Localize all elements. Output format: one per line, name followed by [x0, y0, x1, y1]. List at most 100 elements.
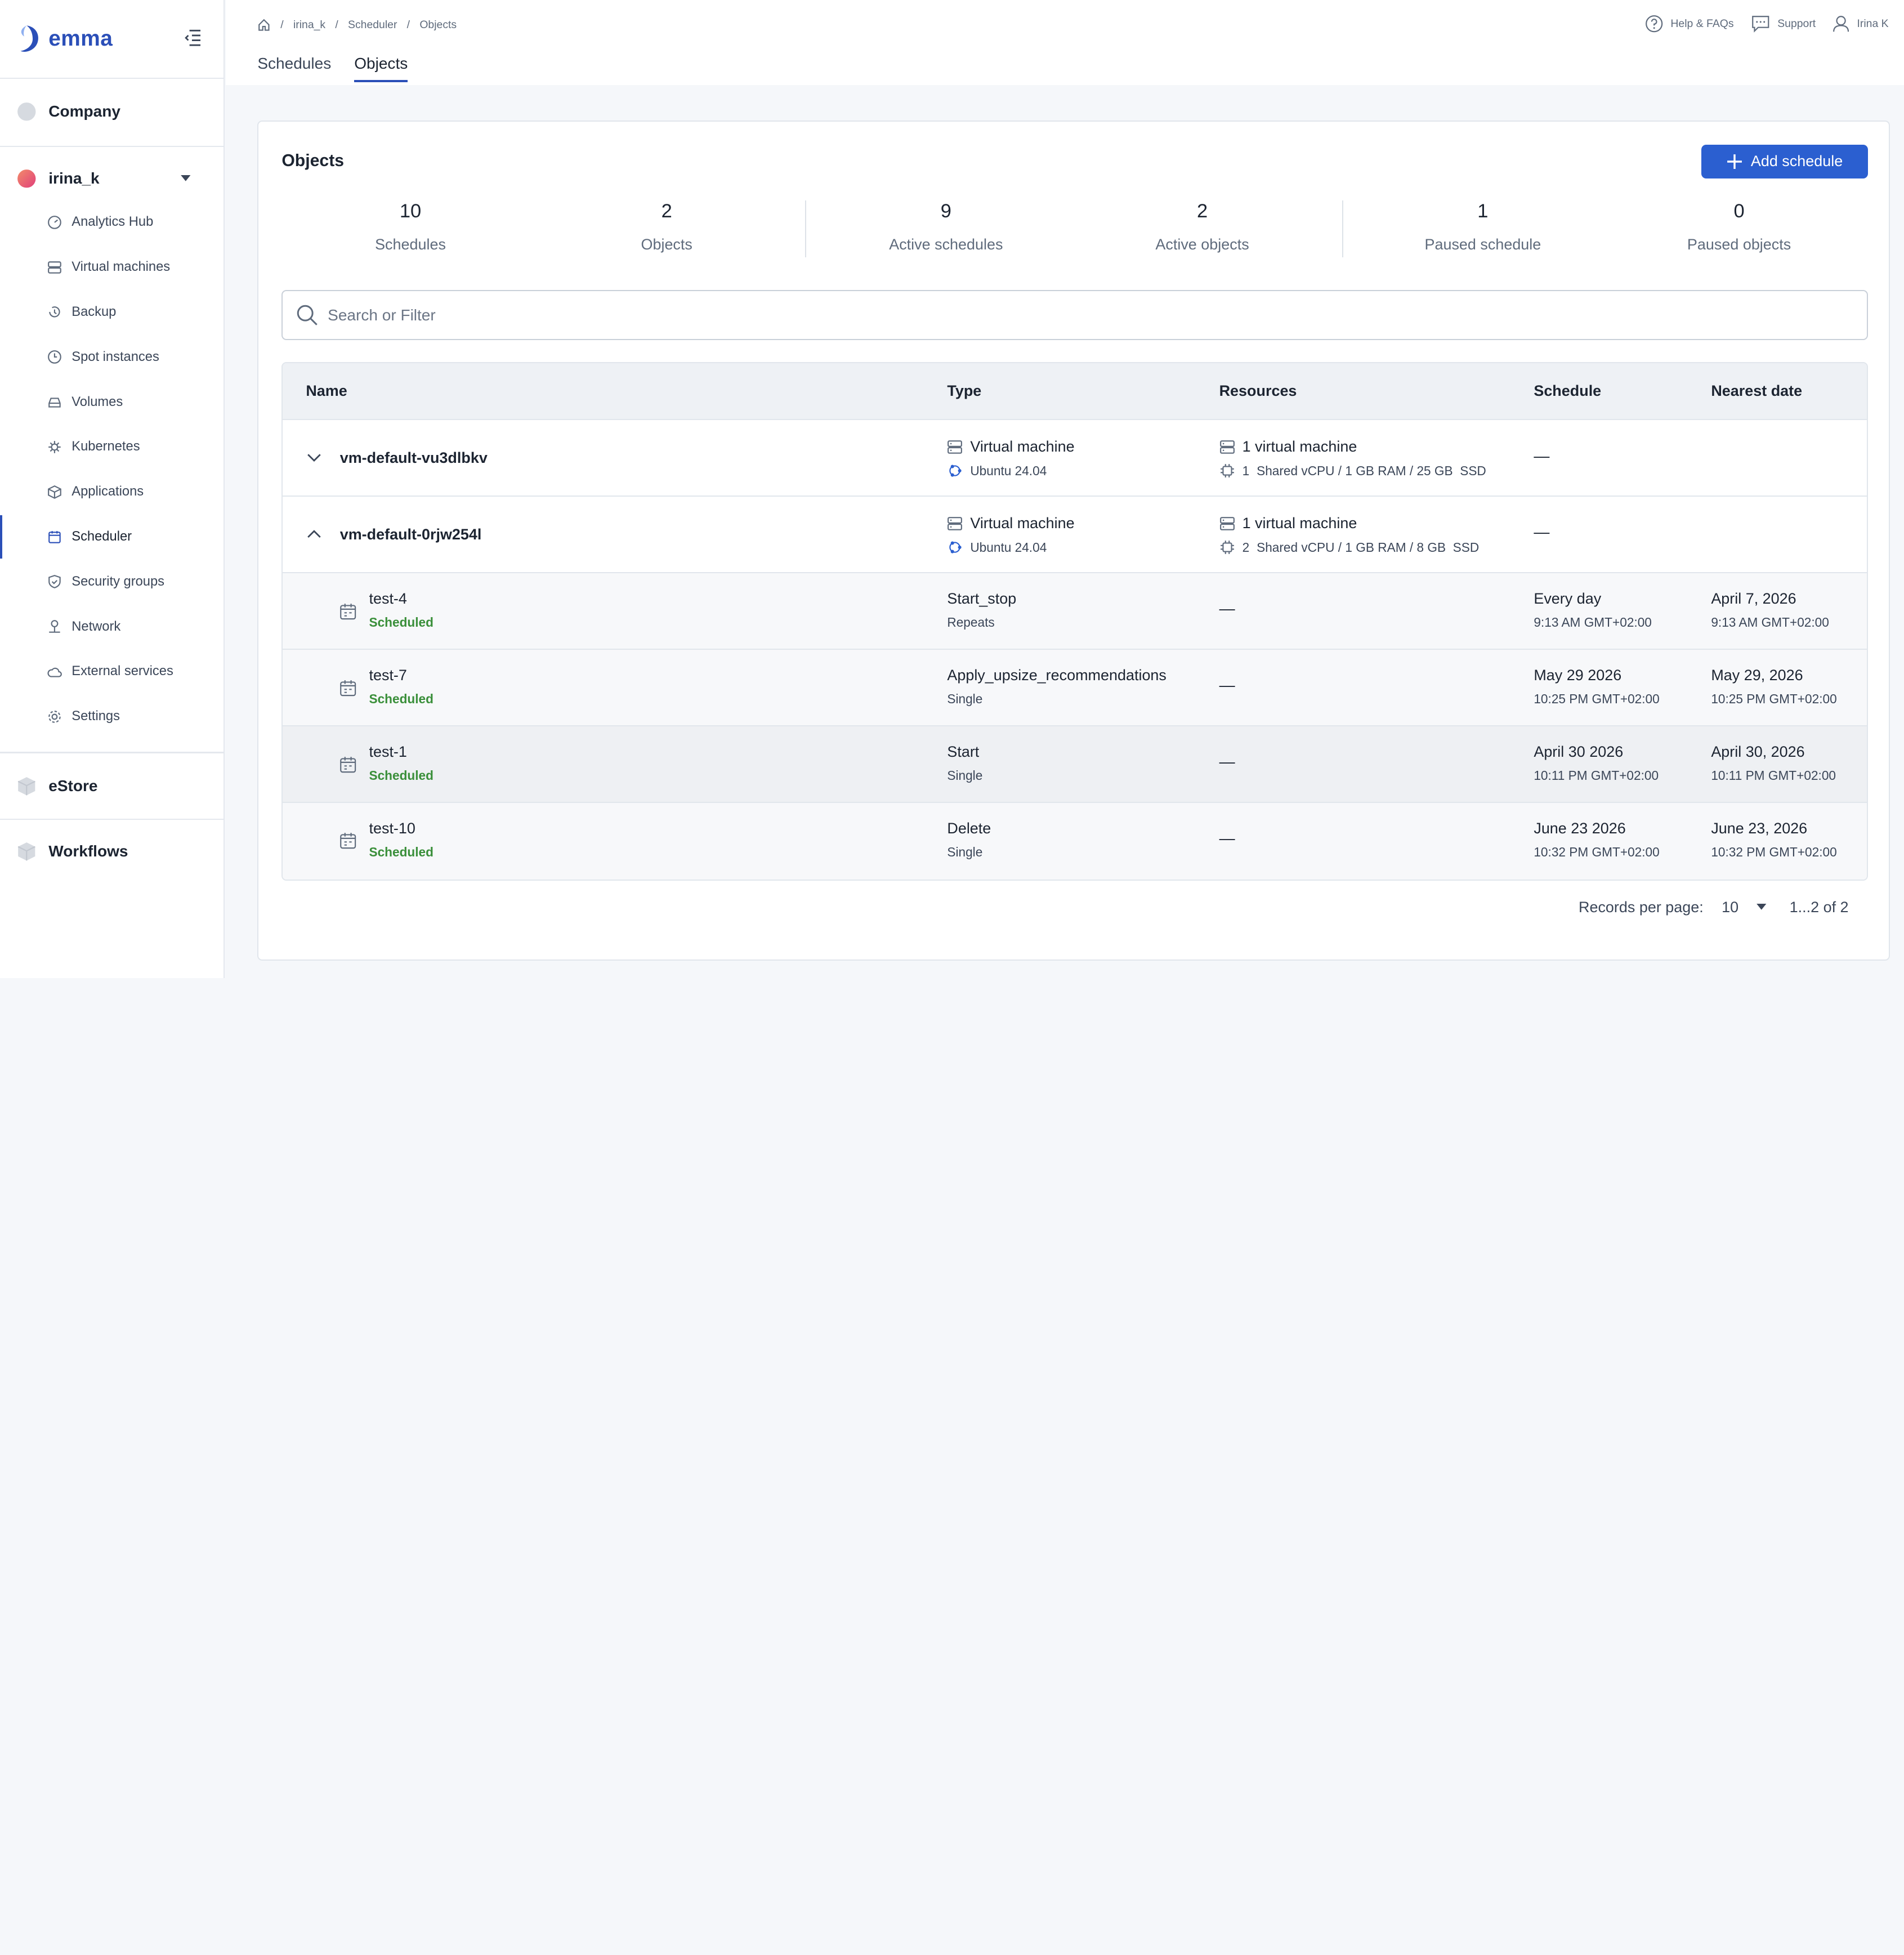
stat-label: Active objects [1155, 235, 1249, 253]
object-type: Virtual machine [970, 515, 1075, 532]
logo[interactable]: emma [17, 23, 113, 55]
home-icon[interactable] [257, 18, 271, 32]
table-row[interactable]: vm-default-0rjw254l Virtual machine Ubun… [283, 497, 1867, 573]
records-per-page-select[interactable]: 10 [1722, 899, 1768, 916]
caret-down-icon[interactable] [180, 175, 192, 182]
nearest-date-cell: June 23, 2026 10:32 PM GMT+02:00 [1711, 820, 1836, 860]
top-right-menu: Help & FAQs Support Irina K [1645, 15, 1889, 33]
nearest-date: April 7, 2026 [1711, 590, 1796, 608]
plus-icon [1727, 154, 1742, 169]
sidebar-item-security-groups[interactable]: Security groups [0, 567, 224, 596]
column-header-resources[interactable]: Resources [1219, 382, 1297, 400]
breadcrumb-scheduler[interactable]: Scheduler [348, 19, 397, 32]
resources-cell: — [1219, 676, 1235, 694]
breadcrumb-project[interactable]: irina_k [293, 19, 325, 32]
type-cell: Apply_upsize_recommendations Single [947, 667, 1166, 707]
sidebar-section-project[interactable]: irina_k [17, 169, 211, 189]
breadcrumb-separator: / [280, 18, 284, 31]
schedule-name[interactable]: test-7 [369, 667, 433, 684]
schedule-name[interactable]: test-1 [369, 743, 433, 761]
specs-count: 1 [1242, 463, 1250, 478]
server-icon [1219, 517, 1235, 530]
object-name[interactable]: vm-default-vu3dlbkv [340, 449, 488, 467]
cube-icon [48, 485, 61, 499]
sidebar-item-label: Virtual machines [71, 260, 171, 275]
user-menu[interactable]: Irina K [1833, 15, 1889, 33]
chevron-down-icon[interactable] [307, 453, 321, 462]
nearest-date-cell: May 29, 2026 10:25 PM GMT+02:00 [1711, 667, 1836, 707]
schedule-name-cell: test-4 Scheduled [369, 590, 433, 630]
status-badge: Scheduled [369, 844, 433, 859]
search-bar[interactable] [281, 290, 1868, 340]
column-header-schedule[interactable]: Schedule [1534, 382, 1601, 400]
sidebar-item-volumes[interactable]: Volumes [0, 387, 224, 417]
calendar-icon [339, 756, 356, 773]
sidebar-section-workflows[interactable]: Workflows [17, 842, 128, 862]
schedule-name[interactable]: test-10 [369, 820, 433, 837]
object-name[interactable]: vm-default-0rjw254l [340, 526, 482, 543]
breadcrumb-separator: / [335, 18, 338, 31]
user-name: Irina K [1857, 17, 1889, 30]
sidebar-item-settings[interactable]: Settings [0, 702, 224, 731]
nearest-time: 10:25 PM GMT+02:00 [1711, 691, 1837, 706]
resources-cell: — [1219, 753, 1235, 771]
network-icon [49, 620, 60, 633]
stat-value: 2 [661, 200, 672, 222]
sidebar-section-estore[interactable]: eStore [17, 776, 98, 796]
server-icon [48, 261, 61, 274]
nearest-time: 10:11 PM GMT+02:00 [1711, 767, 1836, 783]
tab-schedules[interactable]: Schedules [257, 55, 331, 82]
stat-label: Schedules [375, 235, 446, 253]
schedule-row[interactable]: test-1 Scheduled Start Single — April 30… [283, 726, 1867, 803]
sidebar-item-backup[interactable]: Backup [0, 298, 224, 327]
schedule-date: June 23 2026 [1534, 819, 1626, 837]
nearest-date: April 30, 2026 [1711, 743, 1805, 760]
sidebar-item-external-services[interactable]: External services [0, 657, 224, 686]
sidebar-item-network[interactable]: Network [0, 612, 224, 641]
sidebar-item-spot-instances[interactable]: Spot instances [0, 342, 224, 372]
resource-specs: Shared vCPU / 1 GB RAM / 25 GB SSD [1257, 463, 1486, 478]
resources-cell: 1 virtual machine 1 Shared vCPU / 1 GB RA… [1219, 438, 1486, 479]
clock-icon [48, 350, 61, 364]
add-schedule-button[interactable]: Add schedule [1701, 144, 1868, 178]
schedule-name[interactable]: test-4 [369, 590, 433, 608]
sidebar-item-analytics-hub[interactable]: Analytics Hub [0, 208, 224, 237]
search-icon [297, 305, 318, 325]
sidebar-section-company[interactable]: Company [17, 102, 120, 122]
server-icon [947, 517, 963, 530]
backup-icon [49, 306, 60, 318]
column-header-name[interactable]: Name [306, 382, 347, 400]
column-header-nearest-date[interactable]: Nearest date [1711, 382, 1802, 400]
user-icon [1833, 16, 1849, 32]
status-badge: Scheduled [369, 615, 433, 630]
chevron-up-icon[interactable] [307, 529, 321, 539]
sidebar-item-kubernetes[interactable]: Kubernetes [0, 432, 224, 462]
support-link[interactable]: Support [1751, 15, 1816, 33]
sidebar-item-applications[interactable]: Applications [0, 477, 224, 507]
kubernetes-icon [48, 441, 61, 453]
schedule-row[interactable]: test-7 Scheduled Apply_upsize_recommenda… [283, 649, 1867, 726]
schedule-date: May 29 2026 [1534, 667, 1622, 684]
collapse-sidebar-button[interactable] [185, 28, 202, 48]
search-input[interactable] [328, 306, 1785, 324]
schedule-row[interactable]: test-10 Scheduled Delete Single — June 2… [283, 802, 1867, 880]
stat-divider [805, 200, 807, 258]
schedule-cell: Every day 9:13 AM GMT+02:00 [1534, 590, 1652, 630]
schedule-time: 10:32 PM GMT+02:00 [1534, 844, 1660, 859]
table-row[interactable]: vm-default-vu3dlbkv Virtual machine Ubun… [283, 420, 1867, 497]
help-link[interactable]: Help & FAQs [1645, 15, 1734, 33]
sidebar-item-virtual-machines[interactable]: Virtual machines [0, 253, 224, 282]
pagination-range: 1...2 of 2 [1789, 899, 1849, 916]
tab-objects[interactable]: Objects [354, 55, 408, 83]
schedule-date: April 30 2026 [1534, 743, 1624, 760]
server-icon [947, 440, 963, 454]
column-header-type[interactable]: Type [947, 382, 981, 400]
sidebar-item-label: Scheduler [71, 529, 132, 544]
volume-icon [48, 398, 61, 408]
objects-card: Objects Add schedule 10 Schedules 2 Obje… [257, 120, 1890, 961]
chat-icon [1751, 16, 1769, 33]
schedule-row[interactable]: test-4 Scheduled Start_stop Repeats — Ev… [283, 573, 1867, 650]
sidebar-item-scheduler[interactable]: Scheduler [0, 515, 224, 559]
schedule-mode: Repeats [947, 615, 995, 630]
sidebar-item-label: Applications [71, 484, 144, 499]
